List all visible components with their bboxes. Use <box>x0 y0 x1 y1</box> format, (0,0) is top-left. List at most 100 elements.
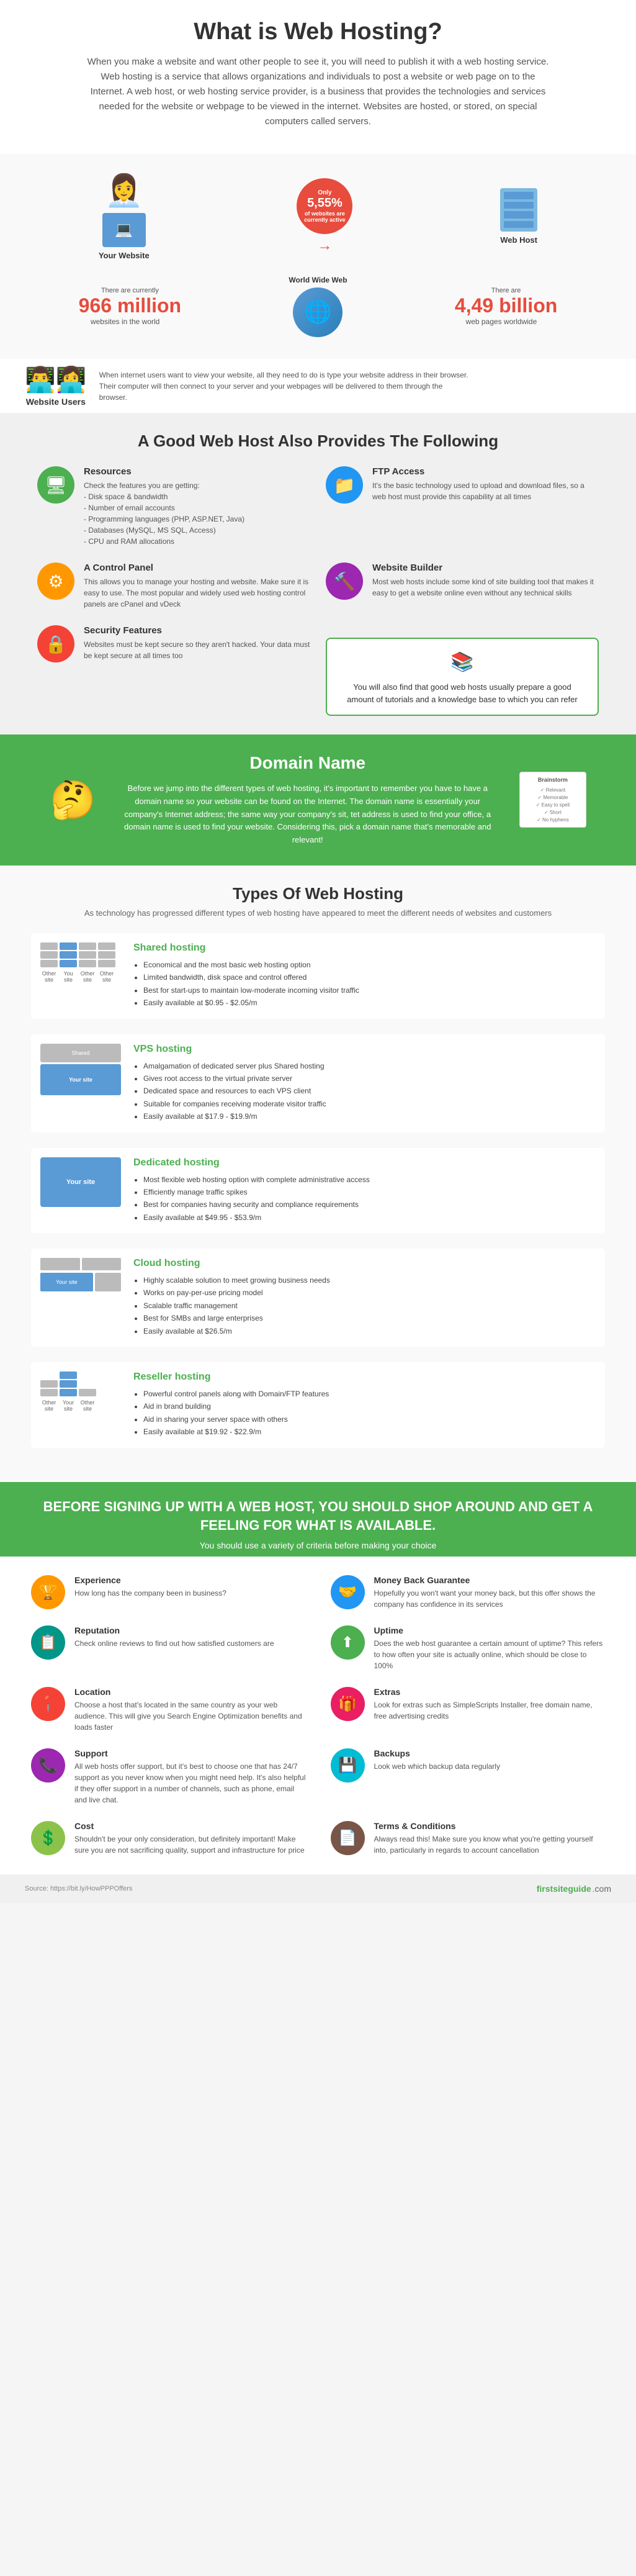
criteria-location: 📍 Location Choose a host that's located … <box>31 1687 306 1733</box>
server-icon <box>500 188 537 232</box>
security-icon: 🔒 <box>37 625 74 662</box>
cloud-row-2: Your site <box>40 1273 121 1291</box>
experience-icon: 🏆 <box>31 1575 65 1609</box>
shared-server-group: Othersite Yousite Othersite Othersite <box>40 942 121 983</box>
cloud-point-5: Easily available at $26.5/m <box>143 1325 330 1337</box>
page-title: What is Web Hosting? <box>37 19 599 45</box>
good-host-section: A Good Web Host Also Provides The Follow… <box>0 413 636 734</box>
vps-point-1: Amalgamation of dedicated server plus Sh… <box>143 1060 326 1072</box>
uptime-title: Uptime <box>374 1625 606 1635</box>
intro-text: When you make a website and want other p… <box>86 55 551 129</box>
cost-icon: 💲 <box>31 1821 65 1855</box>
globe-area: World Wide Web 🌐 <box>289 276 347 337</box>
feature-website-builder: 🔨 Website Builder Most web hosts include… <box>326 563 599 610</box>
reseller-stack-3: Othersite <box>79 1389 96 1412</box>
cost-title: Cost <box>74 1821 306 1831</box>
percentage-value: 5,55% <box>307 196 343 210</box>
vps-point-2: Gives root access to the virtual private… <box>143 1072 326 1085</box>
ftp-title: FTP Access <box>372 466 599 477</box>
reseller-point-3: Aid in sharing your server space with ot… <box>143 1413 329 1426</box>
reseller-stack-2: Yoursite <box>60 1372 77 1412</box>
stat2-number: 4,49 billion <box>455 294 557 317</box>
website-users-desc: When internet users want to view your we… <box>99 369 472 403</box>
cloud-row-1 <box>40 1258 121 1270</box>
vps-your-bar: Your site <box>40 1064 121 1095</box>
domain-desc: Before we jump into the different types … <box>115 782 501 847</box>
dedicated-info: Dedicated hosting Most flexible web host… <box>133 1157 370 1224</box>
hosting-types-section: Types Of Web Hosting As technology has p… <box>0 865 636 1482</box>
cloud-servers: Your site <box>40 1258 121 1291</box>
server-stack-3: Othersite <box>79 942 96 983</box>
resources-title: Resources <box>84 466 244 477</box>
tutorials-icon: 📚 <box>339 648 585 676</box>
users-icon: 👨‍💻👩‍💻 <box>25 365 87 394</box>
dedicated-title: Dedicated hosting <box>133 1157 370 1168</box>
reseller-point-1: Powerful control panels along with Domai… <box>143 1388 329 1400</box>
stats-row: There are currently 966 million websites… <box>25 266 611 346</box>
signup-sub: You should use a variety of criteria bef… <box>37 1540 599 1550</box>
website-builder-desc: Most web hosts include some kind of site… <box>372 576 599 599</box>
reseller-stack-1: Othersite <box>40 1380 58 1412</box>
vps-title: VPS hosting <box>133 1044 326 1055</box>
your-website-box: 👩‍💼 💻 Your Website <box>99 173 150 260</box>
terms-title: Terms & Conditions <box>374 1821 606 1831</box>
support-title: Support <box>74 1748 306 1758</box>
experience-title: Experience <box>74 1575 226 1585</box>
hosting-reseller: Othersite Yoursite Othersite Reseller ho… <box>31 1362 605 1448</box>
signup-section: BEFORE SIGNING UP WITH A WEB HOST, YOU S… <box>0 1482 636 1557</box>
stat2-prefix: There are <box>455 287 557 294</box>
server-label-other2: Othersite <box>79 970 96 983</box>
reseller-server-visual: Othersite Yoursite Othersite <box>40 1372 121 1412</box>
reputation-text: Reputation Check online reviews to find … <box>74 1625 274 1649</box>
support-desc: All web hosts offer support, but it's be… <box>74 1761 306 1805</box>
control-panel-desc: This allows you to manage your hosting a… <box>84 576 310 610</box>
dedicated-server-visual: Your site <box>40 1157 121 1207</box>
vps-point-5: Easily available at $17.9 - $19.9/m <box>143 1110 326 1123</box>
hosting-types-subtitle: As technology has progressed different t… <box>31 908 605 918</box>
shared-point-1: Economical and the most basic web hostin… <box>143 959 359 971</box>
vps-servers: Shared Your site <box>40 1044 121 1095</box>
ftp-icon: 📁 <box>326 466 363 504</box>
security-text: Security Features Websites must be kept … <box>84 625 310 661</box>
diagram-area: 👩‍💼 💻 Your Website Only 5,55% of website… <box>0 154 636 359</box>
backups-desc: Look web which backup data regularly <box>374 1761 500 1772</box>
shared-point-2: Limited bandwidth, disk space and contro… <box>143 971 359 983</box>
percentage-sub: of websites are currently active <box>297 210 352 223</box>
server-stack-1: Othersite <box>40 942 58 983</box>
ftp-text: FTP Access It's the basic technology use… <box>372 466 599 502</box>
brainstorm-label: Brainstorm <box>524 776 582 784</box>
cloud-server-visual: Your site <box>40 1258 121 1291</box>
website-users-section: 👨‍💻👩‍💻 Website Users When internet users… <box>0 359 636 413</box>
money-back-icon: 🤝 <box>331 1575 365 1609</box>
money-back-desc: Hopefully you won't want your money back… <box>374 1588 606 1610</box>
vps-point-3: Dedicated space and resources to each VP… <box>143 1085 326 1097</box>
shared-servers: Othersite Yousite Othersite Othersite <box>40 942 121 983</box>
domain-inner: 🤔 Domain Name Before we jump into the di… <box>50 753 586 847</box>
reputation-icon: 📋 <box>31 1625 65 1660</box>
criteria-section: 🏆 Experience How long has the company be… <box>0 1557 636 1874</box>
terms-icon: 📄 <box>331 1821 365 1855</box>
control-panel-title: A Control Panel <box>84 563 310 573</box>
resources-icon: 🖥 <box>37 466 74 504</box>
web-host-label: Web Host <box>500 235 537 245</box>
reseller-info: Reseller hosting Powerful control panels… <box>133 1372 329 1439</box>
terms-desc: Always read this! Make sure you know wha… <box>374 1833 606 1856</box>
reseller-your-label: Yoursite <box>60 1399 77 1412</box>
reseller-title: Reseller hosting <box>133 1372 329 1383</box>
arrow-area: → <box>317 237 332 255</box>
reseller-point-2: Aid in brand building <box>143 1400 329 1412</box>
hosting-vps: Shared Your site VPS hosting Amalgamatio… <box>31 1034 605 1132</box>
extras-desc: Look for extras such as SimpleScripts In… <box>374 1699 606 1722</box>
shared-points: Economical and the most basic web hostin… <box>133 959 359 1010</box>
criteria-backups: 💾 Backups Look web which backup data reg… <box>331 1748 606 1805</box>
reseller-points: Powerful control panels along with Domai… <box>133 1388 329 1439</box>
control-panel-icon: ⚙ <box>37 563 74 600</box>
cloud-point-4: Best for SMBs and large enterprises <box>143 1312 330 1324</box>
percentage-area: Only 5,55% of websites are currently act… <box>297 178 352 255</box>
brainstorm-box: Brainstorm ✓ Relevant✓ Memorable✓ Easy t… <box>519 772 586 828</box>
stat1-label: websites in the world <box>79 317 172 326</box>
stat2-label: web pages worldwide <box>455 317 548 326</box>
server-label-other3: Othersite <box>98 970 115 983</box>
feature-security: 🔒 Security Features Websites must be kep… <box>37 625 310 716</box>
uptime-desc: Does the web host guarantee a certain am… <box>374 1638 606 1671</box>
